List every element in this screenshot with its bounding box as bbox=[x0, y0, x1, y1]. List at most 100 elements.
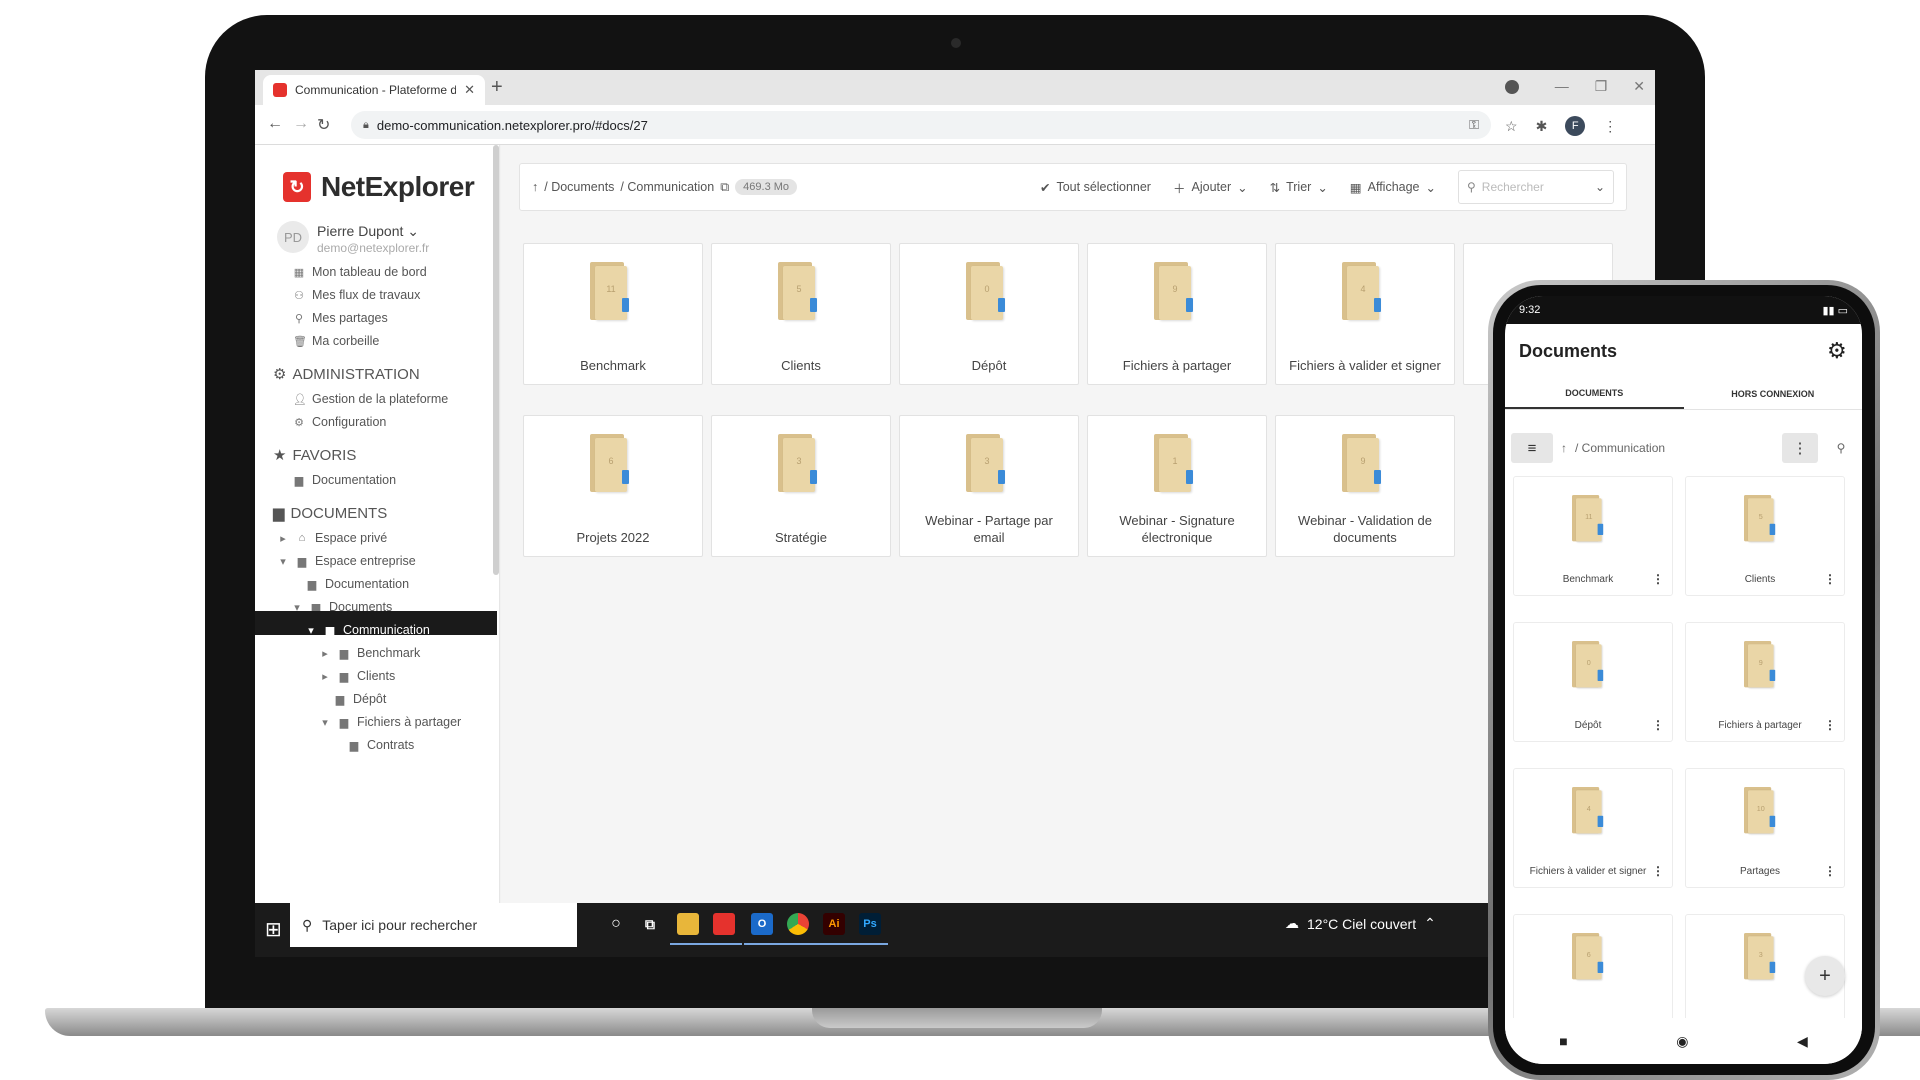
profile-avatar[interactable]: F bbox=[1565, 116, 1586, 136]
app-logo[interactable]: ↻ NetExplorer bbox=[283, 171, 475, 203]
file-explorer-icon[interactable] bbox=[677, 913, 699, 935]
phone-folder-card[interactable]: 6 bbox=[1513, 914, 1673, 1034]
breadcrumb-documents[interactable]: / Documents bbox=[544, 180, 614, 194]
recent-apps-icon[interactable]: ■ bbox=[1559, 1033, 1567, 1049]
phone-folder-card[interactable]: 9 Fichiers à partager ⋮ bbox=[1685, 622, 1845, 742]
star-icon[interactable]: ☆ bbox=[1505, 118, 1518, 135]
sidebar-item-fav-documentation[interactable]: ▆ Documentation bbox=[293, 473, 396, 487]
add-fab-button[interactable]: + bbox=[1805, 956, 1845, 996]
illustrator-icon[interactable]: Ai bbox=[823, 913, 845, 935]
back-button-icon[interactable]: ◀ bbox=[1797, 1033, 1808, 1050]
folder-card[interactable]: 9 Fichiers à partager bbox=[1087, 243, 1267, 385]
close-tab-icon[interactable]: ✕ bbox=[464, 82, 475, 98]
sidebar-item-configuration[interactable]: ⚙ Configuration bbox=[293, 415, 386, 429]
folder-card[interactable]: 5 Clients bbox=[711, 243, 891, 385]
reload-icon[interactable]: ↻ bbox=[317, 115, 330, 135]
folder-icon: 3 bbox=[1744, 933, 1776, 980]
sidebar-item-workflows[interactable]: ⚇ Mes flux de travaux bbox=[293, 288, 420, 302]
tab-hors-connexion[interactable]: HORS CONNEXION bbox=[1684, 378, 1863, 409]
windows-start-icon[interactable]: ⊞ bbox=[265, 917, 282, 942]
folder-card[interactable]: 6 Projets 2022 bbox=[523, 415, 703, 557]
more-options-icon[interactable]: ⋮ bbox=[1652, 572, 1664, 586]
section-documents[interactable]: ▆ DOCUMENTS bbox=[273, 504, 387, 523]
more-options-icon[interactable]: ⋮ bbox=[1824, 572, 1836, 586]
photoshop-icon[interactable]: Ps bbox=[859, 913, 881, 935]
folder-icon: ▆ bbox=[273, 505, 285, 522]
chevron-up-icon[interactable]: ⌃ bbox=[1424, 915, 1436, 932]
search-input[interactable]: ⚲ Rechercher ⌄ bbox=[1458, 170, 1614, 204]
tree-item-benchmark[interactable]: ▸ ▆ Benchmark bbox=[319, 646, 420, 660]
select-all-button[interactable]: ✔ Tout sélectionner bbox=[1040, 180, 1151, 195]
phone-folder-card[interactable]: 0 Dépôt ⋮ bbox=[1513, 622, 1673, 742]
tree-item-depot[interactable]: ▆ Dépôt bbox=[334, 692, 387, 706]
phone-folder-card[interactable]: 5 Clients ⋮ bbox=[1685, 476, 1845, 596]
weather-widget[interactable]: ☁ 12°C Ciel couvert ⌃ bbox=[1285, 915, 1436, 932]
settings-gear-icon[interactable]: ⚙ bbox=[1827, 338, 1847, 364]
chrome-icon[interactable] bbox=[787, 913, 809, 935]
folder-card[interactable]: 9 Webinar - Validation de documents bbox=[1275, 415, 1455, 557]
more-options-icon[interactable]: ⋮ bbox=[1652, 718, 1664, 732]
user-name[interactable]: Pierre Dupont ⌄ bbox=[317, 223, 419, 240]
folder-card[interactable]: 11 Benchmark bbox=[523, 243, 703, 385]
tree-item-clients[interactable]: ▸ ▆ Clients bbox=[319, 669, 395, 683]
back-icon[interactable]: ← bbox=[267, 115, 283, 133]
copy-icon[interactable]: ⧉ bbox=[720, 180, 729, 195]
folder-card[interactable]: 1 Webinar - Signature électronique bbox=[1087, 415, 1267, 557]
media-control-icon[interactable] bbox=[1505, 80, 1519, 94]
key-icon[interactable]: ⚿ bbox=[1469, 117, 1479, 133]
close-window-icon[interactable]: ✕ bbox=[1633, 78, 1645, 95]
caret-right-icon: ▸ bbox=[322, 647, 328, 660]
up-arrow-icon[interactable]: ↑ bbox=[1561, 441, 1567, 455]
more-options-icon[interactable]: ⋮ bbox=[1824, 864, 1836, 878]
phone-folder-card[interactable]: 4 Fichiers à valider et signer ⋮ bbox=[1513, 768, 1673, 888]
folder-card[interactable]: 3 Stratégie bbox=[711, 415, 891, 557]
url-bar[interactable]: 🔒︎ demo-communication.netexplorer.pro/#d… bbox=[351, 111, 1491, 139]
forward-icon[interactable]: → bbox=[293, 115, 309, 133]
task-view-icon[interactable]: ⧉ bbox=[639, 913, 661, 935]
folder-icon: 9 bbox=[1342, 434, 1382, 492]
breadcrumb-communication[interactable]: / Communication bbox=[620, 180, 714, 194]
cortana-icon[interactable]: ○ bbox=[605, 913, 627, 935]
kebab-menu-icon[interactable]: ⋮ bbox=[1603, 118, 1617, 135]
sidebar-item-dashboard[interactable]: ▦ Mon tableau de bord bbox=[293, 265, 427, 279]
sidebar-item-platform[interactable]: 👤︎ Gestion de la plateforme bbox=[293, 392, 448, 406]
phone-folder-card[interactable]: 11 Benchmark ⋮ bbox=[1513, 476, 1673, 596]
puzzle-icon[interactable]: ✱ bbox=[1536, 118, 1548, 135]
chevron-down-icon[interactable]: ⌄ bbox=[1595, 180, 1605, 194]
taskbar-search-input[interactable]: ⚲ Taper ici pour rechercher bbox=[290, 903, 577, 947]
tree-item-documentation[interactable]: ▆ Documentation bbox=[306, 577, 409, 591]
outlook-icon[interactable]: O bbox=[751, 913, 773, 935]
sort-label: Trier bbox=[1286, 180, 1312, 194]
sidebar-item-trash[interactable]: 🗑︎ Ma corbeille bbox=[293, 334, 379, 348]
section-administration[interactable]: ⚙ ADMINISTRATION bbox=[273, 365, 420, 384]
tree-item-contrats[interactable]: ▆ Contrats bbox=[348, 738, 414, 752]
section-favoris[interactable]: ★ FAVORIS bbox=[273, 446, 356, 465]
folder-card[interactable]: 0 Dépôt bbox=[899, 243, 1079, 385]
sidebar-item-shares[interactable]: ⚲ Mes partages bbox=[293, 311, 388, 325]
phone-folder-card[interactable]: 10 Partages ⋮ bbox=[1685, 768, 1845, 888]
user-avatar[interactable]: PD bbox=[277, 221, 309, 253]
tree-item-espace-entreprise[interactable]: ▾ ▆ Espace entreprise bbox=[277, 554, 416, 568]
add-button[interactable]: ＋ Ajouter ⌄ bbox=[1173, 178, 1248, 197]
sort-button[interactable]: ⇅ Trier ⌄ bbox=[1270, 180, 1328, 195]
netexplorer-app-icon[interactable] bbox=[713, 913, 735, 935]
sidebar-scrollbar[interactable] bbox=[493, 145, 499, 575]
display-button[interactable]: ▦ Affichage ⌄ bbox=[1350, 180, 1436, 195]
search-icon[interactable]: ⚲ bbox=[1826, 441, 1856, 455]
folder-card[interactable]: 4 Fichiers à valider et signer bbox=[1275, 243, 1455, 385]
more-options-icon[interactable]: ⋮ bbox=[1782, 433, 1818, 463]
tree-item-communication[interactable]: ▾ ▆ Communication bbox=[305, 623, 430, 637]
hamburger-menu-icon[interactable]: ≡ bbox=[1511, 433, 1553, 463]
folder-card[interactable]: 3 Webinar - Partage par email bbox=[899, 415, 1079, 557]
browser-tab[interactable]: Communication - Plateforme de ✕ bbox=[263, 75, 485, 105]
tab-documents[interactable]: DOCUMENTS bbox=[1505, 378, 1684, 409]
home-button-icon[interactable]: ◉ bbox=[1676, 1033, 1688, 1050]
more-options-icon[interactable]: ⋮ bbox=[1652, 864, 1664, 878]
new-tab-button[interactable]: + bbox=[491, 76, 503, 99]
more-options-icon[interactable]: ⋮ bbox=[1824, 718, 1836, 732]
tree-item-espace-prive[interactable]: ▸ ⌂ Espace privé bbox=[277, 531, 387, 545]
minimize-icon[interactable]: — bbox=[1555, 78, 1569, 95]
tree-item-fichiers-a-partager[interactable]: ▾ ▆ Fichiers à partager bbox=[319, 715, 461, 729]
up-arrow-icon[interactable]: ↑ bbox=[532, 180, 538, 194]
restore-icon[interactable]: ❐ bbox=[1595, 78, 1608, 95]
